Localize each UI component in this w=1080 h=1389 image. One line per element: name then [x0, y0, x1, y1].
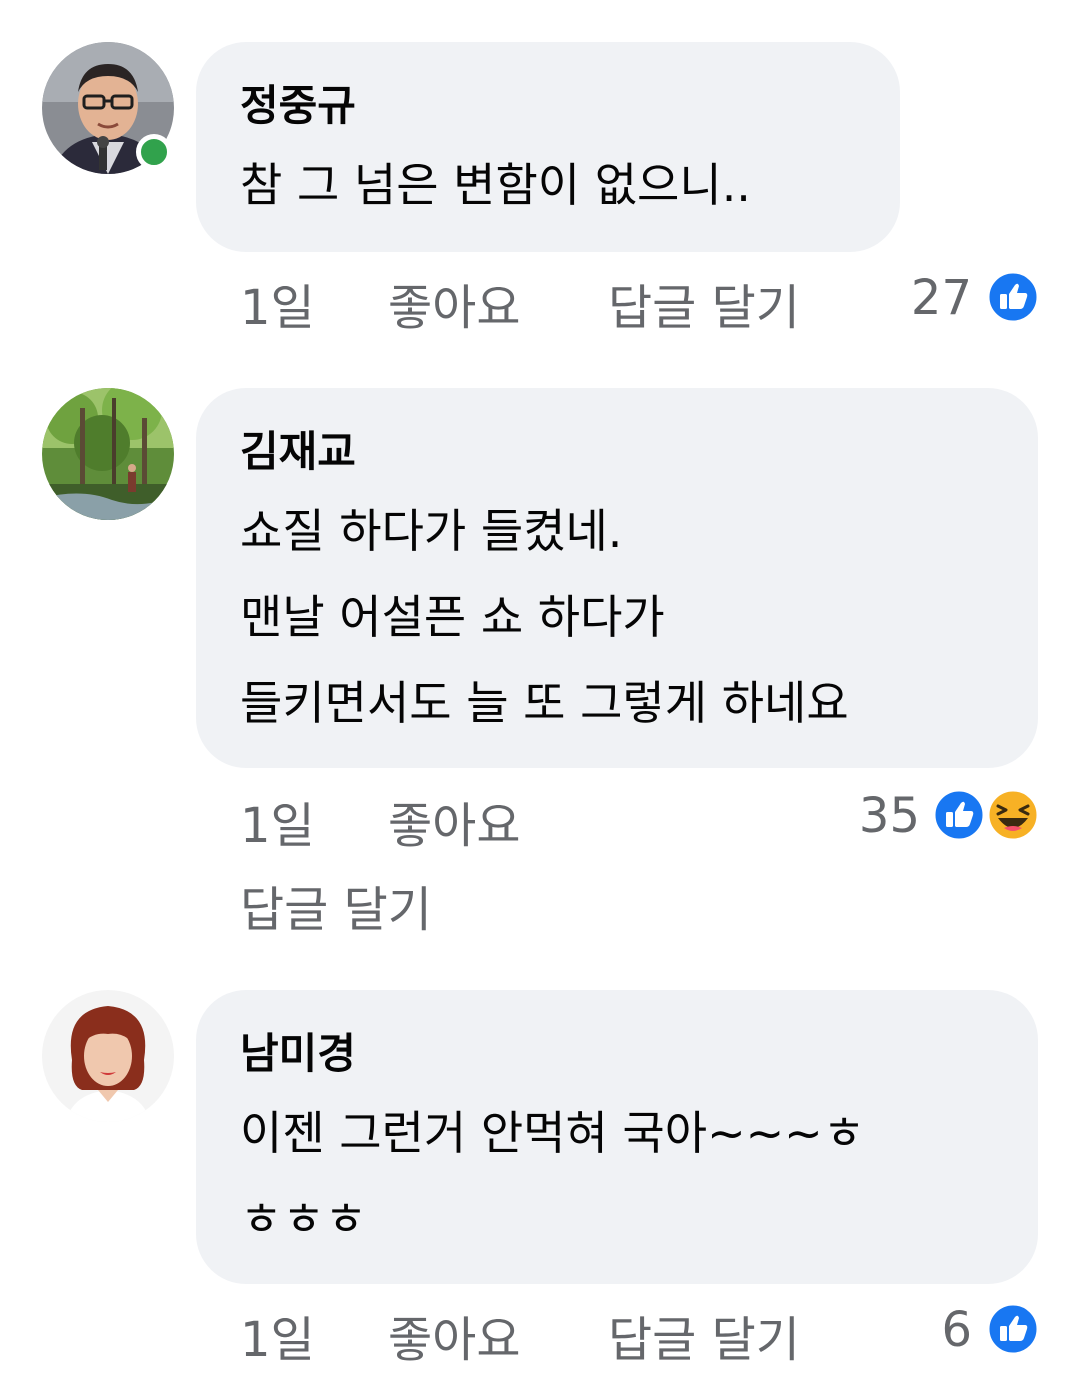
comment-text-line: 들키면서도 늘 또 그렇게 하네요 — [240, 676, 849, 730]
like-button[interactable]: 좋아요 — [388, 796, 520, 856]
haha-icon — [986, 788, 1040, 842]
reaction-count[interactable]: 6 — [900, 1302, 972, 1358]
comment-text-line: 참 그 넘은 변함이 없으니.. — [240, 158, 751, 212]
like-button[interactable]: 좋아요 — [388, 278, 520, 338]
comment-bubble[interactable]: 남미경 이젠 그런거 안먹혀 국아~~~ㅎ ㅎㅎㅎ — [196, 990, 1038, 1284]
reply-button[interactable]: 답글 달기 — [608, 278, 800, 338]
comment-text-line: 쇼질 하다가 들켰네. — [240, 504, 623, 558]
comment-text-line: 이젠 그런거 안먹혀 국아~~~ㅎ — [240, 1106, 866, 1160]
avatar-photo-forest — [42, 388, 174, 520]
comment-time[interactable]: 1일 — [240, 278, 315, 338]
comment-bubble[interactable]: 정중규 참 그 넘은 변함이 없으니.. — [196, 42, 900, 252]
reply-button[interactable]: 답글 달기 — [608, 1310, 800, 1370]
like-button[interactable]: 좋아요 — [388, 1310, 520, 1370]
reaction-count[interactable]: 27 — [880, 270, 972, 326]
comment-time[interactable]: 1일 — [240, 796, 315, 856]
comment-author[interactable]: 김재교 — [240, 424, 994, 480]
like-icon — [986, 1302, 1040, 1356]
comment-author[interactable]: 남미경 — [240, 1026, 994, 1082]
reaction-count[interactable]: 35 — [820, 788, 920, 844]
comment-bubble[interactable]: 김재교 쇼질 하다가 들켰네. 맨날 어설픈 쇼 하다가 들키면서도 늘 또 그… — [196, 388, 1038, 768]
comment-time[interactable]: 1일 — [240, 1310, 315, 1370]
online-status-dot — [136, 134, 172, 170]
comment-author[interactable]: 정중규 — [240, 78, 856, 134]
like-icon — [986, 270, 1040, 324]
comment-text-line: 맨날 어설픈 쇼 하다가 — [240, 590, 665, 644]
comment-text-line: ㅎㅎㅎ — [240, 1192, 367, 1246]
avatar[interactable] — [42, 990, 174, 1122]
avatar[interactable] — [42, 388, 174, 520]
avatar-photo-woman — [42, 990, 174, 1122]
reply-button[interactable]: 답글 달기 — [240, 880, 432, 940]
like-icon — [932, 788, 986, 842]
